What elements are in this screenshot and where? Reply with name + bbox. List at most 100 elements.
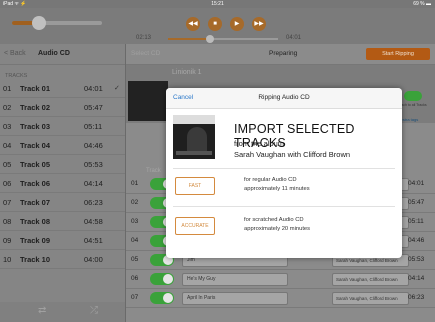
track-edit-row: 07 April In Paris Sarah Vaughan, Clifford … — [126, 289, 435, 308]
track-title: Track 07 — [20, 198, 51, 207]
fast-desc-line1: for regular Audio CD — [244, 177, 297, 183]
include-toggle[interactable] — [150, 292, 174, 304]
fast-button[interactable]: FAST — [175, 177, 215, 195]
track-title-field[interactable]: April In Paris — [182, 292, 288, 305]
track-duration: 04:01 — [84, 84, 103, 93]
progress-knob[interactable] — [205, 35, 214, 43]
sidebar: < Back Audio CD TRACKS 01 Track 01 04:01 ✓ 0… — [0, 44, 126, 322]
select-cd-button[interactable]: Select CD — [131, 50, 160, 57]
player-toolbar: ◀◀ ■ ▶ ▶▶ 02:13 04:01 — [0, 8, 435, 44]
track-number: 07 — [131, 294, 139, 301]
track-number: 09 — [3, 236, 12, 245]
track-duration: 05:11 — [408, 218, 424, 225]
track-list-item[interactable]: 02 Track 02 05:47 — [0, 98, 125, 117]
start-ripping-button[interactable]: Start Ripping — [366, 48, 430, 60]
accurate-button[interactable]: ACCURATE — [175, 217, 215, 235]
checkmark-icon: ✓ — [114, 85, 120, 92]
track-artist-field[interactable]: Sarah Vaughan, Clifford Brown — [332, 292, 409, 305]
next-button[interactable]: ▶▶ — [252, 17, 266, 31]
repeat-icon[interactable]: ⇄ — [38, 305, 46, 316]
cancel-button[interactable]: Cancel — [173, 94, 193, 101]
track-list: 01 Track 01 04:01 ✓ 02 Track 02 05:47 03 Track 0… — [0, 79, 125, 269]
play-button[interactable]: ▶ — [230, 17, 244, 31]
track-number: 03 — [131, 218, 139, 225]
track-number: 04 — [3, 141, 12, 150]
album-cover-thumbnail — [128, 81, 168, 121]
accurate-desc-line1: for scratched Audio CD — [244, 217, 304, 223]
track-duration: 06:23 — [408, 294, 425, 301]
dialog-title: Ripping Audio CD — [258, 94, 310, 101]
track-duration: 04:00 — [84, 255, 103, 264]
track-list-item[interactable]: 05 Track 05 05:53 — [0, 155, 125, 174]
track-duration: 05:53 — [84, 160, 103, 169]
sidebar-footer: ⇄ ⤮ — [0, 302, 125, 322]
track-title: Track 05 — [20, 160, 51, 169]
clock: 15:21 — [211, 1, 224, 7]
track-number: 10 — [3, 255, 12, 264]
accurate-desc-line2: approximately 20 minutes — [244, 226, 311, 232]
tracks-section-label: TRACKS — [5, 73, 28, 79]
cover-band — [173, 115, 215, 124]
track-duration: 04:14 — [84, 179, 103, 188]
track-title-field[interactable]: He's My Guy — [182, 273, 288, 286]
track-duration: 04:46 — [84, 141, 103, 150]
track-number: 02 — [131, 199, 139, 206]
track-list-item[interactable]: 04 Track 04 04:46 — [0, 136, 125, 155]
track-duration: 04:46 — [408, 237, 425, 244]
volume-knob[interactable] — [32, 16, 46, 30]
status-bar: iPad ᯤ ⚡ 15:21 69 % ▬ — [0, 0, 435, 8]
track-list-item[interactable]: 03 Track 03 05:11 — [0, 117, 125, 136]
track-title: Track 03 — [20, 122, 51, 131]
track-title: Track 09 — [20, 236, 51, 245]
track-artist-field[interactable]: Sarah Vaughan, Clifford Brown — [332, 273, 409, 286]
track-number: 05 — [131, 256, 139, 263]
track-number: 01 — [131, 180, 139, 187]
sidebar-nav: < Back Audio CD — [0, 44, 125, 65]
back-button[interactable]: < Back — [4, 50, 26, 57]
shuffle-icon[interactable]: ⤮ — [90, 305, 98, 316]
attach-toggle[interactable] — [404, 91, 422, 101]
track-title: Track 06 — [20, 179, 51, 188]
track-number: 01 — [3, 84, 12, 93]
remaining-time: 04:01 — [286, 35, 302, 41]
fast-desc-line2: approximately 11 minutes — [244, 186, 310, 192]
track-duration: 04:14 — [408, 275, 425, 282]
progress-bar[interactable] — [168, 35, 278, 43]
progress-fill — [168, 38, 210, 40]
main-nav: Select CD Preparing Start Ripping — [126, 44, 435, 65]
track-duration: 06:23 — [84, 198, 103, 207]
include-toggle[interactable] — [150, 273, 174, 285]
battery-status: 69 % ▬ — [413, 1, 431, 7]
attach-toggle-label: Attach to all Tracks — [397, 103, 427, 107]
sidebar-title: Audio CD — [38, 50, 70, 57]
track-title: Track 10 — [20, 255, 51, 264]
track-duration: 05:47 — [84, 103, 103, 112]
track-list-item[interactable]: 07 Track 07 06:23 — [0, 193, 125, 212]
track-list-item[interactable]: 08 Track 08 04:58 — [0, 212, 125, 231]
track-list-item[interactable]: 06 Track 06 04:14 — [0, 174, 125, 193]
track-duration: 04:01 — [408, 180, 425, 187]
previous-button[interactable]: ◀◀ — [186, 17, 200, 31]
track-duration: 04:58 — [84, 217, 103, 226]
divider — [173, 206, 395, 207]
stop-button[interactable]: ■ — [208, 17, 222, 31]
track-number: 07 — [3, 198, 12, 207]
track-list-item[interactable]: 09 Track 09 04:51 — [0, 231, 125, 250]
track-list-item[interactable]: 10 Track 10 04:00 — [0, 250, 125, 269]
track-duration: 05:11 — [84, 122, 103, 131]
track-number: 02 — [3, 103, 12, 112]
cover-stripe — [176, 151, 212, 155]
track-title: Track 04 — [20, 141, 51, 150]
track-duration: 04:51 — [84, 236, 103, 245]
track-number: 03 — [3, 122, 12, 131]
ripping-dialog: Ripping Audio CD Cancel IMPORT SELECTED … — [166, 88, 402, 258]
track-title: Track 01 — [20, 84, 51, 93]
track-number: 06 — [3, 179, 12, 188]
volume-slider[interactable] — [12, 16, 102, 30]
dialog-header: Ripping Audio CD Cancel — [166, 88, 402, 109]
status-title: Preparing — [269, 50, 298, 57]
album-artist: Sarah Vaughan with Clifford Brown — [234, 150, 351, 159]
track-duration: 05:53 — [408, 256, 425, 263]
track-list-item[interactable]: 01 Track 01 04:01 ✓ — [0, 79, 125, 98]
track-duration: 05:47 — [408, 199, 425, 206]
